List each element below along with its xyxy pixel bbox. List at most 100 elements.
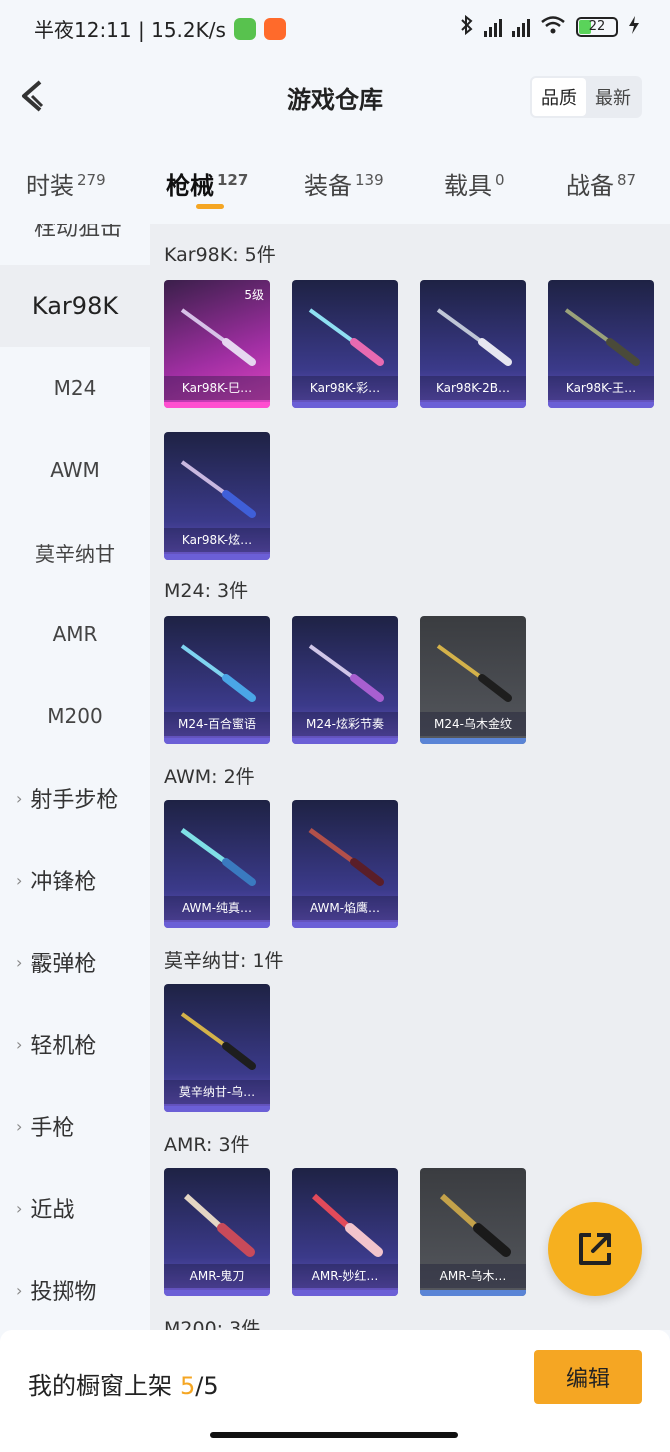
rifle-icon (436, 644, 512, 702)
sidebar-cat-melee[interactable]: › 近战 (0, 1167, 150, 1249)
item-card[interactable]: Kar98K-彩… (292, 280, 398, 408)
item-name: M24-百合蜜语 (164, 712, 270, 736)
sidebar-cat-label: 霰弹枪 (30, 952, 97, 977)
header: 游戏仓库 品质 最新 (0, 56, 670, 136)
chevron-right-icon: › (16, 1280, 23, 1300)
sort-quality[interactable]: 品质 (532, 78, 586, 116)
tab-supplies[interactable]: 战备 87 (566, 166, 636, 201)
chevron-right-icon: › (16, 1116, 23, 1136)
share-button[interactable] (548, 1202, 642, 1296)
sidebar-item-awm[interactable]: AWM (0, 429, 150, 511)
item-card[interactable]: AWM-纯真… (164, 800, 270, 928)
sidebar-item-amr[interactable]: AMR (0, 593, 150, 675)
item-card[interactable]: AMR-鬼刀 (164, 1168, 270, 1296)
quality-bar (292, 922, 398, 928)
tab-count: 139 (355, 171, 384, 189)
quality-bar (420, 1290, 526, 1296)
section-title: 莫辛纳甘: 1件 (164, 950, 284, 972)
tab-label: 枪械 (166, 172, 214, 200)
section-title: Kar98K: 5件 (164, 244, 276, 266)
sidebar-cat-label: 射手步枪 (30, 788, 119, 813)
wifi-icon (540, 15, 566, 39)
sidebar-item-m200[interactable]: M200 (0, 675, 150, 757)
item-name: Kar98K-炫… (164, 528, 270, 552)
sidebar-cat-label: 轻机枪 (30, 1034, 97, 1059)
rifle-icon (180, 308, 256, 366)
item-grid-area[interactable]: Kar98K: 5件 5级 Kar98K-巳… Kar98K-彩… Kar98K… (150, 224, 670, 1330)
quality-bar (292, 402, 398, 408)
quality-bar (164, 554, 270, 560)
chevron-right-icon: › (16, 870, 23, 890)
sidebar-item-mosin[interactable]: 莫辛纳甘 (0, 511, 150, 593)
sidebar: ˅ 栓动狙击 Kar98K M24 AWM 莫辛纳甘 AMR M200 › 射手步… (0, 224, 150, 1330)
tab-equipment[interactable]: 装备 139 (304, 166, 384, 201)
quality-bar (164, 922, 270, 928)
sidebar-cat-label: 投掷物 (30, 1280, 97, 1305)
item-card[interactable]: Kar98K-王… (548, 280, 654, 408)
sidebar-item-m24[interactable]: M24 (0, 347, 150, 429)
tab-count: 279 (77, 171, 106, 189)
item-name: AWM-纯真… (164, 896, 270, 920)
item-card[interactable]: 5级 Kar98K-巳… (164, 280, 270, 408)
signal-icon-2 (512, 17, 530, 37)
item-card[interactable]: 莫辛纳甘-乌… (164, 984, 270, 1112)
category-tabs: 时装 279 枪械 127 装备 139 载具 0 战备 87 (0, 150, 670, 220)
sidebar-cat-throwables[interactable]: › 投掷物 (0, 1249, 150, 1330)
rifle-icon (308, 308, 384, 366)
tab-label: 战备 (566, 172, 614, 200)
item-level-badge: 5级 (244, 288, 264, 302)
item-card[interactable]: AMR-妙红… (292, 1168, 398, 1296)
chevron-down-icon: ˅ (16, 224, 34, 241)
sidebar-cat-label: 近战 (30, 1198, 75, 1223)
rifle-icon (311, 1193, 383, 1257)
showcase-label: 我的橱窗上架 (28, 1372, 172, 1400)
app-notification-icon-2 (263, 17, 286, 40)
quality-bar (164, 1290, 270, 1296)
home-indicator[interactable] (210, 1432, 458, 1438)
sidebar-cat-lmg[interactable]: › 轻机枪 (0, 1003, 150, 1085)
section-title: M200: 3件 (164, 1318, 261, 1330)
sidebar-cat-shotgun[interactable]: › 霰弹枪 (0, 921, 150, 1003)
item-name: Kar98K-2B… (420, 376, 526, 400)
rifle-icon (439, 1193, 511, 1257)
quality-bar (420, 402, 526, 408)
item-card[interactable]: M24-百合蜜语 (164, 616, 270, 744)
item-name: AMR-妙红… (292, 1264, 398, 1288)
chevron-right-icon: › (16, 952, 23, 972)
rifle-icon (180, 827, 256, 886)
showcase-count-current: 5 (180, 1372, 196, 1400)
tab-count: 0 (495, 171, 505, 189)
item-card[interactable]: M24-乌木金纹 (420, 616, 526, 744)
tab-guns[interactable]: 枪械 127 (166, 166, 248, 201)
item-card[interactable]: AWM-焰鹰… (292, 800, 398, 928)
rifle-icon (183, 1193, 255, 1257)
chevron-right-icon: › (16, 1034, 23, 1054)
sidebar-group-label: 栓动狙击 (34, 224, 123, 241)
quality-bar (164, 402, 270, 408)
sidebar-cat-label: 冲锋枪 (30, 870, 97, 895)
section-title: M24: 3件 (164, 580, 249, 602)
sidebar-cat-pistol[interactable]: › 手枪 (0, 1085, 150, 1167)
sidebar-cat-marksman[interactable]: › 射手步枪 (0, 757, 150, 839)
rifle-icon (308, 644, 384, 702)
item-card[interactable]: M24-炫彩节奏 (292, 616, 398, 744)
sort-toggle: 品质 最新 (530, 76, 642, 118)
app-notification-icon (233, 17, 256, 40)
tab-label: 载具 (444, 172, 492, 200)
sidebar-group-bolt-action[interactable]: ˅ 栓动狙击 (16, 224, 122, 242)
edit-button[interactable]: 编辑 (534, 1350, 642, 1404)
tab-label: 装备 (304, 172, 352, 200)
item-card[interactable]: AMR-乌木… (420, 1168, 526, 1296)
sidebar-item-kar98k[interactable]: Kar98K (0, 265, 150, 347)
sidebar-cat-smg[interactable]: › 冲锋枪 (0, 839, 150, 921)
rifle-icon (180, 460, 256, 518)
signal-icon (484, 17, 502, 37)
item-name: Kar98K-彩… (292, 376, 398, 400)
rifle-icon (308, 827, 384, 886)
tab-vehicles[interactable]: 载具 0 (444, 166, 505, 201)
tab-fashion[interactable]: 时装 279 (26, 166, 106, 201)
sidebar-cat-label: 手枪 (30, 1116, 75, 1141)
item-card[interactable]: Kar98K-2B… (420, 280, 526, 408)
item-card[interactable]: Kar98K-炫… (164, 432, 270, 560)
sort-newest[interactable]: 最新 (586, 78, 640, 116)
